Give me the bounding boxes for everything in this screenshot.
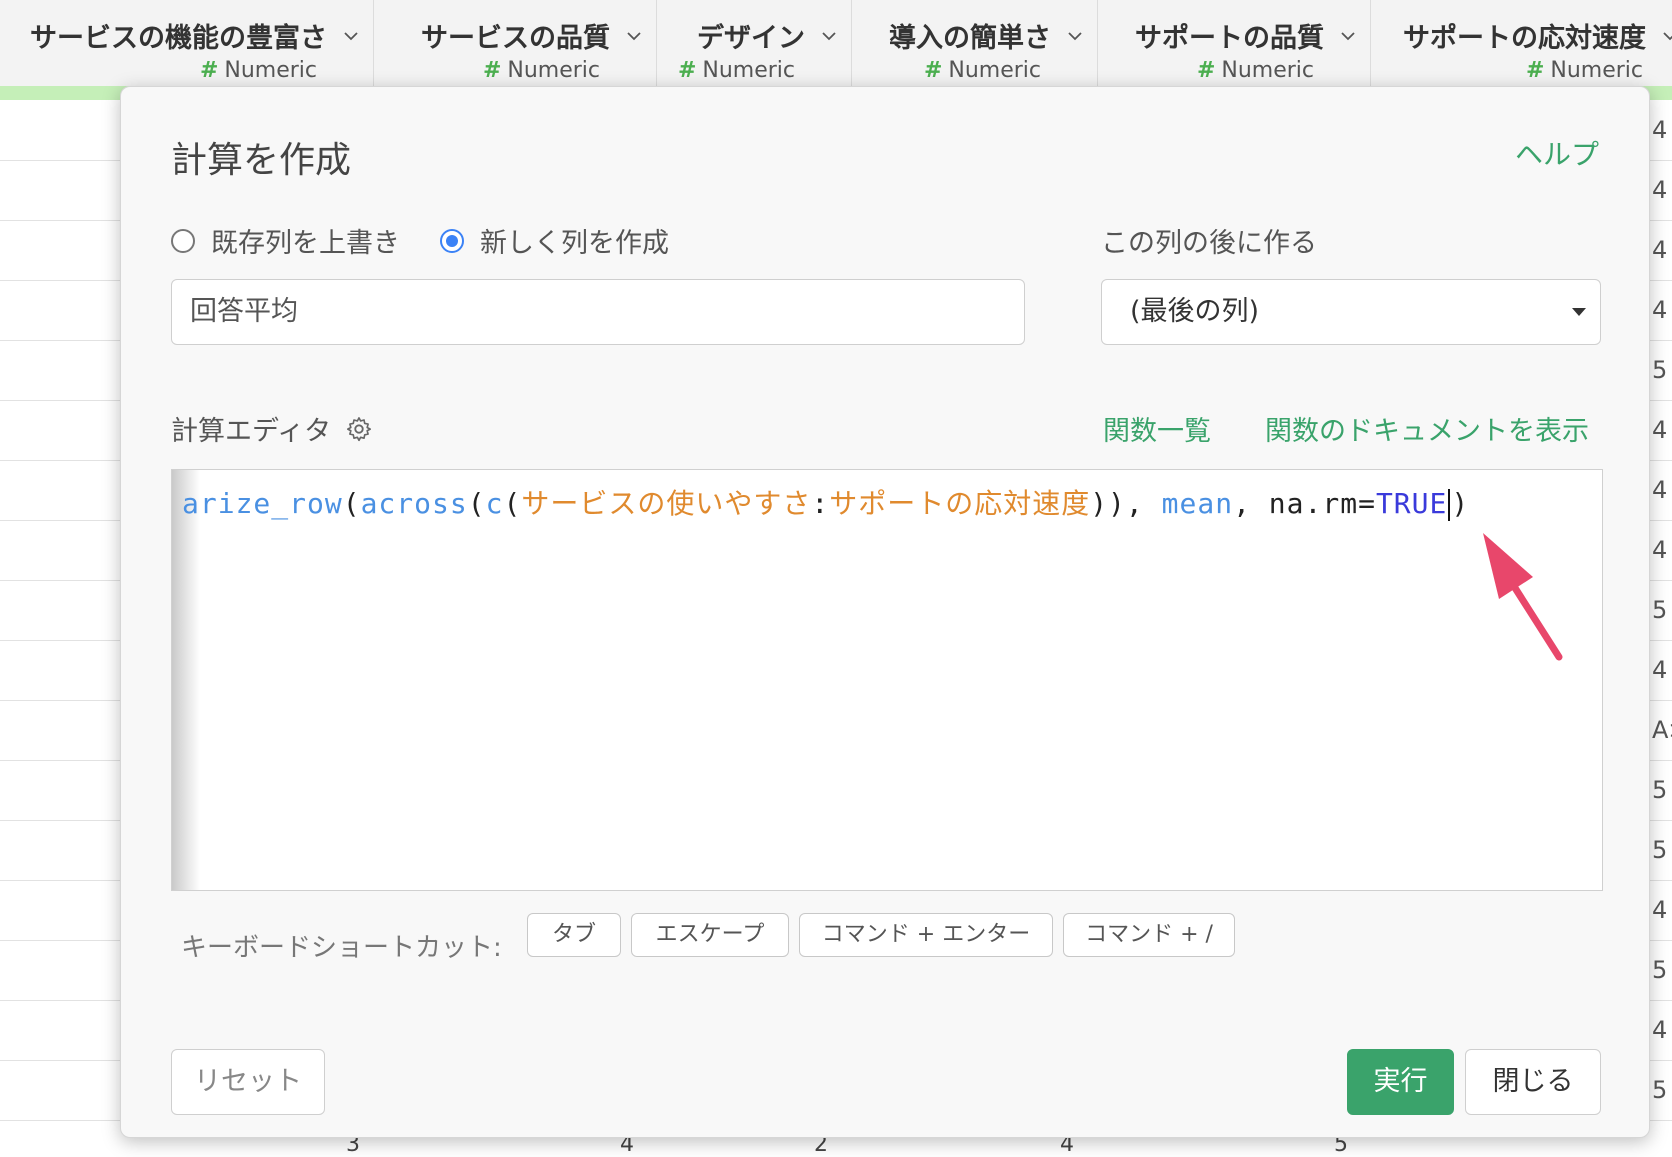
shortcut-key-tab: タブ	[527, 913, 621, 957]
column-name: サービスの機能の豊富さ	[30, 23, 327, 54]
column-header[interactable]: サポートの応対速度 # Numeric	[1371, 0, 1672, 86]
function-docs-link[interactable]: 関数のドキュメントを表示	[1265, 409, 1589, 448]
keyboard-shortcut-label: キーボードショートカット:	[181, 933, 502, 963]
shortcut-key-escape: エスケープ	[631, 913, 789, 957]
numeric-icon: #	[923, 58, 943, 83]
numeric-icon: #	[482, 58, 502, 83]
annotation-arrow-icon	[1483, 533, 1563, 661]
column-name: サポートの応対速度	[1403, 23, 1646, 54]
numeric-icon: #	[199, 58, 219, 83]
column-name-wrap: 導入の簡単さ	[889, 16, 1083, 55]
cell-value: 4	[1652, 236, 1668, 264]
column-name: 導入の簡単さ	[889, 23, 1051, 54]
cell-value: 4	[1652, 1016, 1668, 1044]
cell-value: 5	[1652, 596, 1668, 624]
table-header: サービスの機能の豊富さ # Numeric サービスの品質 # Numeric デザ…	[0, 0, 1672, 87]
mode-radio-group: 既存列を上書き 新しく列を作成	[171, 221, 709, 260]
cell-value: 4	[1652, 896, 1668, 924]
chevron-down-icon[interactable]	[1340, 28, 1356, 44]
column-name-wrap: サービスの機能の豊富さ	[30, 16, 359, 55]
column-type: # Numeric	[199, 58, 317, 83]
close-button[interactable]: 閉じる	[1465, 1049, 1601, 1115]
cell-value: 4	[1652, 416, 1668, 444]
column-name-wrap: サポートの品質	[1135, 16, 1356, 55]
numeric-icon: #	[677, 58, 697, 83]
column-header[interactable]: サポートの品質 # Numeric	[1098, 0, 1371, 86]
cell-value: A>	[1652, 716, 1672, 744]
new-column-radio[interactable]	[440, 228, 464, 253]
shortcut-key-cmd-enter: コマンド + エンター	[799, 913, 1053, 957]
editor-label-wrap: 計算エディタ	[171, 409, 373, 448]
chevron-down-icon[interactable]	[1067, 28, 1083, 44]
new-column-name-input[interactable]: 回答平均	[171, 279, 1025, 345]
column-name: サービスの品質	[421, 23, 610, 54]
chevron-down-icon[interactable]	[1662, 28, 1672, 44]
column-header[interactable]: デザイン # Numeric	[657, 0, 852, 86]
column-type: # Numeric	[482, 58, 600, 83]
column-name: デザイン	[697, 23, 805, 54]
column-name-wrap: サポートの応対速度	[1403, 16, 1672, 55]
shortcut-key-cmd-slash: コマンド + /	[1063, 913, 1235, 957]
cell-value: 4	[1652, 116, 1668, 144]
cell-value: 5	[1652, 356, 1668, 384]
cell-value: 4	[1652, 176, 1668, 204]
cell-value: 4	[1652, 476, 1668, 504]
chevron-down-icon[interactable]	[821, 28, 837, 44]
column-header[interactable]: 導入の簡単さ # Numeric	[852, 0, 1098, 86]
cell-value: 5	[1652, 956, 1668, 984]
numeric-icon: #	[1196, 58, 1216, 83]
after-column-select-value: (最後の列)	[1130, 296, 1260, 327]
chevron-down-icon[interactable]	[343, 28, 359, 44]
after-column-label: この列の後に作る	[1101, 228, 1317, 259]
reset-button[interactable]: リセット	[171, 1049, 325, 1115]
editor-scroll-shadow	[172, 470, 200, 890]
overwrite-radio[interactable]	[171, 228, 195, 253]
code-line[interactable]: arize_row(across(c(サービスの使いやすさ:サポートの応対速度)…	[182, 482, 1469, 522]
cell-value: 4	[1652, 536, 1668, 564]
run-button[interactable]: 実行	[1347, 1049, 1454, 1115]
cell-value: 4	[1652, 296, 1668, 324]
dropdown-caret-icon	[1572, 308, 1586, 316]
after-column-select[interactable]: (最後の列)	[1101, 279, 1601, 345]
new-column-radio-label[interactable]: 新しく列を作成	[480, 221, 669, 260]
chevron-down-icon[interactable]	[626, 28, 642, 44]
column-header[interactable]: サービスの機能の豊富さ # Numeric	[0, 0, 374, 86]
calculation-editor[interactable]: arize_row(across(c(サービスの使いやすさ:サポートの応対速度)…	[171, 469, 1603, 891]
editor-label: 計算エディタ	[171, 416, 332, 447]
gear-icon[interactable]	[345, 415, 373, 443]
column-name: サポートの品質	[1135, 23, 1324, 54]
overwrite-radio-label[interactable]: 既存列を上書き	[211, 221, 400, 260]
column-name-wrap: デザイン	[697, 16, 837, 55]
column-type: # Numeric	[677, 58, 795, 83]
column-name-wrap: サービスの品質	[421, 16, 642, 55]
create-calculation-dialog: 計算を作成 ヘルプ 既存列を上書き 新しく列を作成 この列の後に作る 回答平均 …	[120, 86, 1650, 1138]
cell-value: 4	[1652, 656, 1668, 684]
column-type: # Numeric	[1525, 58, 1643, 83]
column-type: # Numeric	[923, 58, 1041, 83]
dialog-title: 計算を作成	[171, 140, 352, 181]
cell-value: 5	[1652, 836, 1668, 864]
function-list-link[interactable]: 関数一覧	[1103, 409, 1211, 448]
cell-value: 5	[1652, 776, 1668, 804]
column-type: # Numeric	[1196, 58, 1314, 83]
help-link[interactable]: ヘルプ	[1515, 133, 1599, 173]
column-header[interactable]: サービスの品質 # Numeric	[374, 0, 657, 86]
numeric-icon: #	[1525, 58, 1545, 83]
cell-value: 5	[1652, 1076, 1668, 1104]
